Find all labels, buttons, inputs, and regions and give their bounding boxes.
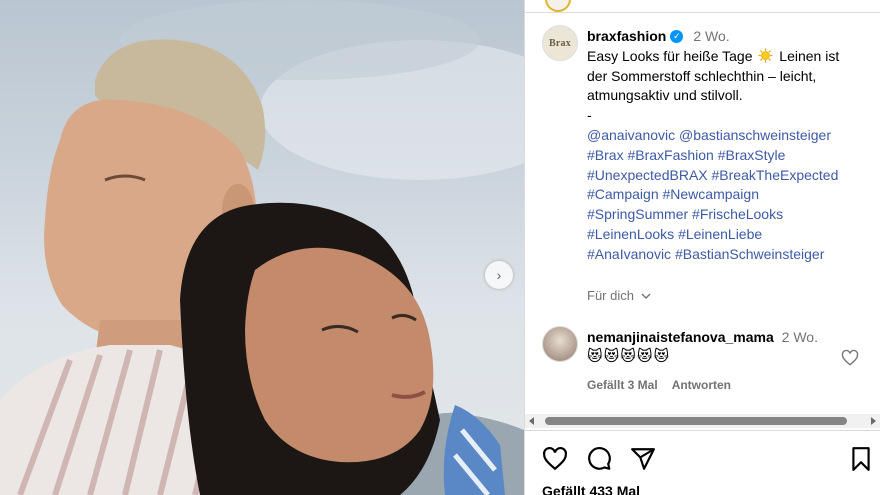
photo-couple — [0, 0, 524, 495]
hashtag-line[interactable]: #Campaign #Newcampaign — [587, 185, 872, 205]
caption-mentions[interactable]: @anaivanovic @bastianschweinsteiger — [587, 126, 872, 146]
post-likes-count[interactable]: Gefällt 433 Mal — [542, 483, 640, 495]
comment-time[interactable]: 2 Wo. — [782, 329, 818, 345]
hashtag-line[interactable]: #SpringSummer #FrischeLooks — [587, 205, 872, 225]
translate-label: Für dich — [587, 288, 634, 303]
comment-icon[interactable] — [586, 446, 612, 472]
share-icon[interactable] — [630, 446, 656, 472]
horizontal-scrollbar[interactable] — [525, 414, 880, 428]
comment-text: 😻😻😻😻😻 — [587, 348, 671, 365]
comment-likes-count[interactable]: Gefällt 3 Mal — [587, 378, 658, 392]
scrollbar-thumb[interactable] — [545, 417, 847, 425]
author-avatar-top[interactable] — [545, 0, 571, 12]
author-username[interactable]: braxfashion — [587, 27, 666, 47]
post-side-panel: Brax braxfashion ✓ 2 Wo. Easy Looks für … — [525, 0, 880, 495]
hashtag-line[interactable]: #Brax #BraxFashion #BraxStyle — [587, 146, 872, 166]
sun-emoji-icon — [758, 48, 773, 63]
caption-line-1: Easy Looks für heiße Tage Leinen ist — [587, 47, 872, 67]
chevron-right-icon: › — [496, 267, 502, 283]
commenter-username[interactable]: nemanjinaistefanova_mama — [587, 329, 774, 345]
verified-badge-icon: ✓ — [670, 30, 684, 44]
actions-divider — [525, 430, 880, 431]
scroll-left-arrow-icon[interactable] — [529, 417, 534, 425]
post-caption: braxfashion ✓ 2 Wo. Easy Looks für heiße… — [587, 27, 872, 265]
comment: nemanjinaistefanova_mama 2 Wo. 😻😻😻😻😻 — [587, 328, 847, 366]
post-actions — [542, 446, 872, 474]
caption-line-3: atmungsaktiv und stilvoll. — [587, 87, 743, 104]
hashtag-line[interactable]: #UnexpectedBRAX #BreakTheExpected — [587, 166, 872, 186]
next-image-button[interactable]: › — [485, 261, 513, 289]
post-time[interactable]: 2 Wo. — [693, 27, 729, 47]
heart-icon[interactable] — [542, 446, 568, 472]
comment-meta: Gefällt 3 Mal Antworten — [587, 378, 731, 392]
caption-line-2: der Sommerstoff schlechthin – leicht, — [587, 67, 817, 84]
comment-like-heart-icon[interactable] — [841, 349, 859, 367]
post-image[interactable]: › — [0, 0, 524, 495]
caption-separator: - — [587, 107, 592, 124]
see-translation-toggle[interactable]: Für dich — [587, 288, 652, 303]
chevron-down-icon — [641, 293, 651, 299]
commenter-avatar[interactable] — [542, 326, 578, 362]
author-avatar[interactable]: Brax — [542, 25, 578, 61]
caption-text-a: Easy Looks für heiße Tage — [587, 47, 753, 64]
hashtag-line[interactable]: #AnaIvanovic #BastianSchweinsteiger — [587, 245, 872, 265]
hashtag-line[interactable]: #LeinenLooks #LeinenLiebe — [587, 225, 872, 245]
avatar-logo-text: Brax — [549, 37, 571, 49]
scroll-right-arrow-icon[interactable] — [871, 417, 876, 425]
reply-button[interactable]: Antworten — [672, 378, 731, 392]
caption-text-b: Leinen ist — [779, 47, 840, 64]
post-header-strip — [525, 0, 880, 13]
bookmark-icon[interactable] — [848, 446, 874, 472]
